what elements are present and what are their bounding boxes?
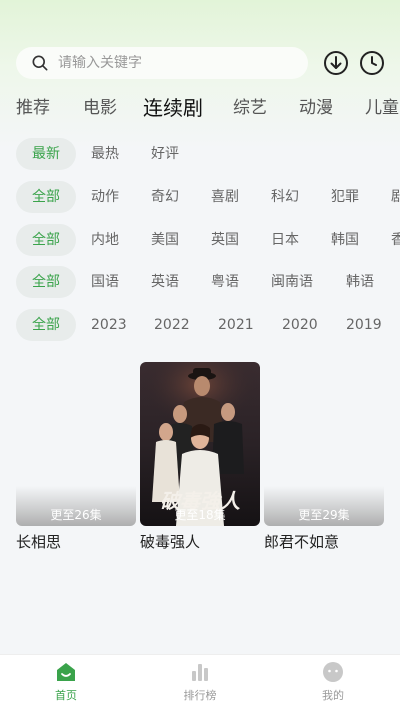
- nav-ranking-label: 排行榜: [183, 689, 217, 702]
- clock-icon[interactable]: [359, 50, 385, 76]
- chip-genre[interactable]: 科幻: [271, 181, 299, 213]
- search-input[interactable]: [58, 55, 278, 71]
- year-filter-row: 全部 2023 2022 2021 2020 2019: [0, 309, 400, 341]
- chip-region[interactable]: 日本: [271, 224, 299, 256]
- chip-genre[interactable]: 奇幻: [151, 181, 179, 213]
- tab-series[interactable]: 连续剧: [143, 92, 203, 124]
- language-filter-row: 全部 国语 英语 粤语 闽南语 韩语: [0, 266, 400, 298]
- show-card[interactable]: 更至26集 长相思: [16, 362, 136, 552]
- tab-variety[interactable]: 综艺: [233, 92, 267, 124]
- chip-genre[interactable]: 喜剧: [211, 181, 239, 213]
- tab-anime[interactable]: 动漫: [299, 92, 333, 124]
- region-filter-row: 全部 内地 美国 英国 日本 韩国 香: [0, 224, 400, 256]
- poster-image: 破毒強人: [140, 362, 260, 526]
- sort-filter-row: 最新 最热 好评: [0, 138, 400, 170]
- chip-language[interactable]: 国语: [91, 266, 119, 298]
- show-poster[interactable]: 破毒強人 更至18集: [140, 362, 260, 526]
- nav-profile[interactable]: 我的: [293, 661, 373, 703]
- chip-region[interactable]: 内地: [91, 224, 119, 256]
- chip-language[interactable]: 韩语: [346, 266, 374, 298]
- show-title[interactable]: 长相思: [16, 532, 136, 552]
- chip-region[interactable]: 韩国: [331, 224, 359, 256]
- chip-top-rated[interactable]: 好评: [151, 138, 179, 170]
- chip-year[interactable]: 2023: [91, 309, 127, 341]
- show-title[interactable]: 郎君不如意: [264, 532, 384, 552]
- tab-recommend[interactable]: 推荐: [16, 92, 50, 124]
- bar-chart-icon: [192, 664, 208, 681]
- nav-profile-label: 我的: [322, 689, 344, 702]
- show-poster[interactable]: 更至26集: [16, 362, 136, 526]
- show-title[interactable]: 破毒强人: [140, 532, 260, 552]
- chip-language[interactable]: 闽南语: [271, 266, 313, 298]
- chip-genre[interactable]: 犯罪: [331, 181, 359, 213]
- chip-language-all[interactable]: 全部: [16, 266, 76, 298]
- chip-genre[interactable]: 剧: [391, 181, 400, 213]
- chip-year-all[interactable]: 全部: [16, 309, 76, 341]
- chip-genre[interactable]: 动作: [91, 181, 119, 213]
- episode-count: 更至29集: [298, 508, 350, 522]
- chip-language[interactable]: 英语: [151, 266, 179, 298]
- chip-year[interactable]: 2019: [346, 309, 382, 341]
- bottom-navigation: 首页 排行榜 我的: [0, 654, 400, 711]
- tab-movies[interactable]: 电影: [83, 92, 117, 124]
- search-icon: [32, 55, 48, 71]
- chip-region[interactable]: 香: [391, 224, 400, 256]
- chip-latest[interactable]: 最新: [16, 138, 76, 170]
- home-icon: [57, 663, 75, 681]
- face-icon: [323, 662, 343, 682]
- search-bar[interactable]: [16, 47, 308, 79]
- chip-region[interactable]: 美国: [151, 224, 179, 256]
- nav-home[interactable]: 首页: [26, 661, 106, 703]
- show-poster[interactable]: 更至29集: [264, 362, 384, 526]
- episode-count: 更至26集: [50, 508, 102, 522]
- genre-filter-row: 全部 动作 奇幻 喜剧 科幻 犯罪 剧: [0, 181, 400, 213]
- chip-year[interactable]: 2020: [282, 309, 318, 341]
- chip-hottest[interactable]: 最热: [91, 138, 119, 170]
- chip-language[interactable]: 粤语: [211, 266, 239, 298]
- episode-count: 更至18集: [174, 508, 226, 522]
- nav-home-label: 首页: [55, 689, 77, 702]
- category-tabs: 推荐 电影 连续剧 综艺 动漫 儿童: [0, 92, 400, 126]
- download-icon[interactable]: [323, 50, 349, 76]
- chip-year[interactable]: 2021: [218, 309, 254, 341]
- chip-region[interactable]: 英国: [211, 224, 239, 256]
- tab-kids[interactable]: 儿童: [365, 92, 399, 124]
- chip-genre-all[interactable]: 全部: [16, 181, 76, 213]
- show-card[interactable]: 更至29集 郎君不如意: [264, 362, 384, 552]
- chip-region-all[interactable]: 全部: [16, 224, 76, 256]
- chip-year[interactable]: 2022: [154, 309, 190, 341]
- show-card[interactable]: 破毒強人 更至18集 破毒强人: [140, 362, 260, 552]
- nav-ranking[interactable]: 排行榜: [160, 661, 240, 703]
